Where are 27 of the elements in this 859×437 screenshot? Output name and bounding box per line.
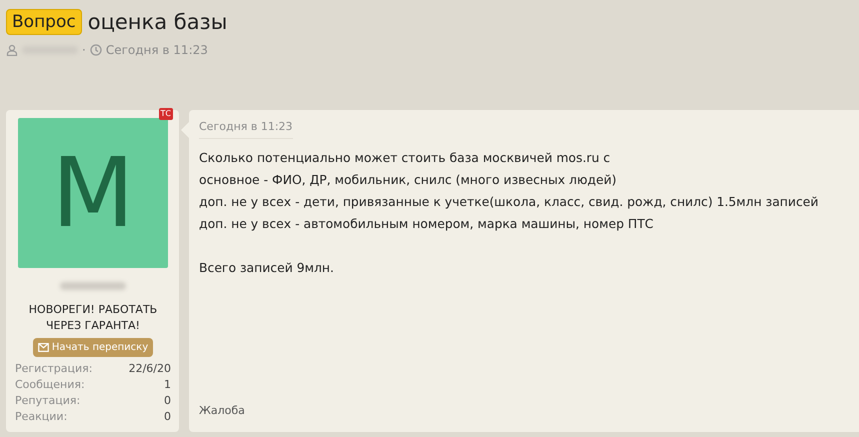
stat-label: Реакции: bbox=[15, 409, 68, 425]
stat-value: 0 bbox=[164, 409, 171, 425]
stat-label: Репутация: bbox=[15, 393, 80, 409]
report-link[interactable]: Жалоба bbox=[199, 404, 245, 417]
question-prefix-badge: Вопрос bbox=[6, 9, 82, 35]
separator-dot: · bbox=[82, 43, 86, 57]
stat-value: 1 bbox=[164, 377, 171, 393]
stat-value: 0 bbox=[164, 393, 171, 409]
post-text-line: Всего записей 9млн. bbox=[199, 259, 334, 277]
clock-icon bbox=[90, 44, 102, 56]
user-icon bbox=[6, 44, 18, 56]
stat-label: Регистрация: bbox=[15, 361, 92, 377]
user-title: НОВОРЕГИ! РАБОТАТЬ ЧЕРЕЗ ГАРАНТА! bbox=[28, 302, 158, 334]
stat-label: Сообщения: bbox=[15, 377, 85, 393]
thread-starter-badge: ТС bbox=[158, 108, 173, 120]
envelope-icon bbox=[38, 343, 49, 352]
post-time[interactable]: Сегодня в 11:23 bbox=[199, 120, 293, 139]
post-text-line: Сколько потенциально может стоить база москвичей mos.ru с bbox=[199, 149, 610, 167]
thread-time[interactable]: Сегодня в 11:23 bbox=[106, 43, 208, 57]
thread-title: оценка базы bbox=[88, 9, 228, 35]
start-conversation-button[interactable]: Начать переписку bbox=[32, 338, 154, 357]
avatar[interactable]: M bbox=[18, 118, 168, 268]
post-text-line: доп. не у всех - дети, привязанные к учетке(школа, класс, свид. рожд, снилс) 1.5млн записей bbox=[199, 193, 818, 211]
post-text-line: доп. не у всех - автомобильным номером, марка машины, номер ПТС bbox=[199, 215, 654, 233]
post-text-line: основное - ФИО, ДР, мобильник, снилс (много извесных людей) bbox=[199, 171, 616, 189]
stat-value: 22/6/20 bbox=[128, 361, 171, 377]
blurred-username bbox=[60, 282, 126, 290]
